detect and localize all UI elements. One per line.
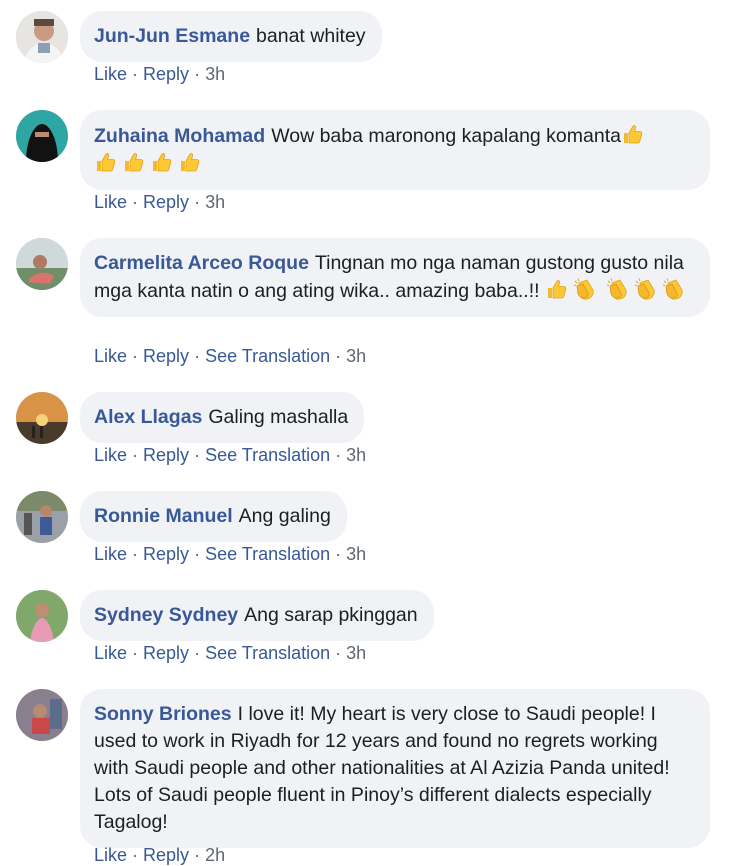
comment-author[interactable]: Jun-Jun Esmane [94, 25, 250, 47]
like-link[interactable]: Like [94, 445, 127, 465]
comment-author[interactable]: Zuhaina Mohamad [94, 125, 265, 147]
reply-link[interactable]: Reply [143, 643, 189, 663]
comment-bubble: Zuhaina Mohamad Wow baba maronong kapalan… [80, 110, 710, 190]
like-link[interactable]: Like [94, 544, 127, 564]
comment-actions: Like · Reply · 2h [94, 845, 226, 865]
avatar[interactable] [16, 392, 68, 444]
see-translation-link[interactable]: See Translation [205, 346, 330, 366]
comment-timestamp[interactable]: 2h [205, 845, 225, 865]
thumbs-up-emoji [150, 150, 174, 174]
like-link[interactable]: Like [94, 643, 127, 663]
avatar[interactable] [16, 590, 68, 642]
comment-author[interactable]: Carmelita Arceo Roque [94, 252, 309, 274]
comment-timestamp[interactable]: 3h [346, 643, 366, 663]
comment-text: Galing mashalla [208, 406, 349, 428]
avatar[interactable] [16, 11, 68, 63]
comment-bubble: Jun-Jun Esmane banat whitey [80, 11, 382, 62]
comment-text: Ang galing [238, 505, 331, 527]
reply-link[interactable]: Reply [143, 346, 189, 366]
comment-actions: Like · Reply · 3h [94, 64, 226, 84]
reply-link[interactable]: Reply [143, 544, 189, 564]
see-translation-link[interactable]: See Translation [205, 643, 330, 663]
thumbs-up-emoji [178, 150, 202, 174]
like-link[interactable]: Like [94, 192, 127, 212]
comment-text: Ang sarap pkinggan [244, 604, 418, 626]
comment-actions: Like · Reply · See Translation · 3h [94, 346, 367, 366]
thumbs-up-emoji [545, 277, 569, 301]
avatar[interactable] [16, 238, 68, 290]
like-link[interactable]: Like [94, 845, 127, 865]
comment-bubble: Sonny Briones I love it! My heart is very… [80, 689, 710, 848]
thumbs-up-emoji [621, 122, 645, 146]
comment-timestamp[interactable]: 3h [346, 544, 366, 564]
comment-author[interactable]: Sonny Briones [94, 703, 232, 725]
avatar[interactable] [16, 689, 68, 741]
comment-actions: Like · Reply · See Translation · 3h [94, 544, 367, 564]
comment-bubble: Alex Llagas Galing mashalla [80, 392, 365, 443]
comment-timestamp[interactable]: 3h [205, 192, 225, 212]
avatar[interactable] [16, 110, 68, 162]
comment-bubble: Sydney Sydney Ang sarap pkinggan [80, 590, 434, 641]
thumbs-up-emoji [122, 150, 146, 174]
comment-text: banat whitey [256, 25, 366, 47]
see-translation-link[interactable]: See Translation [205, 445, 330, 465]
clapping-hands-emoji [606, 277, 630, 301]
comment-author[interactable]: Alex Llagas [94, 406, 202, 428]
comment-timestamp[interactable]: 3h [346, 346, 366, 366]
like-link[interactable]: Like [94, 64, 127, 84]
comment-bubble: Ronnie Manuel Ang galing [80, 491, 347, 542]
comment-actions: Like · Reply · See Translation · 3h [94, 643, 367, 663]
reply-link[interactable]: Reply [143, 445, 189, 465]
comment-author[interactable]: Sydney Sydney [94, 604, 238, 626]
clapping-hands-emoji [662, 277, 686, 301]
comment-text: Wow baba maronong kapalang komanta [271, 125, 621, 147]
thumbs-up-emoji [94, 150, 118, 174]
reply-link[interactable]: Reply [143, 845, 189, 865]
comment-bubble: Carmelita Arceo Roque Tingnan mo nga nama… [80, 238, 710, 317]
like-link[interactable]: Like [94, 346, 127, 366]
reply-link[interactable]: Reply [143, 192, 189, 212]
reply-link[interactable]: Reply [143, 64, 189, 84]
comment-timestamp[interactable]: 3h [346, 445, 366, 465]
comment-timestamp[interactable]: 3h [205, 64, 225, 84]
comment-actions: Like · Reply · 3h [94, 192, 226, 212]
see-translation-link[interactable]: See Translation [205, 544, 330, 564]
comment-author[interactable]: Ronnie Manuel [94, 505, 233, 527]
comment-actions: Like · Reply · See Translation · 3h [94, 445, 367, 465]
clapping-hands-emoji [634, 277, 658, 301]
clapping-hands-emoji [573, 277, 597, 301]
avatar[interactable] [16, 491, 68, 543]
